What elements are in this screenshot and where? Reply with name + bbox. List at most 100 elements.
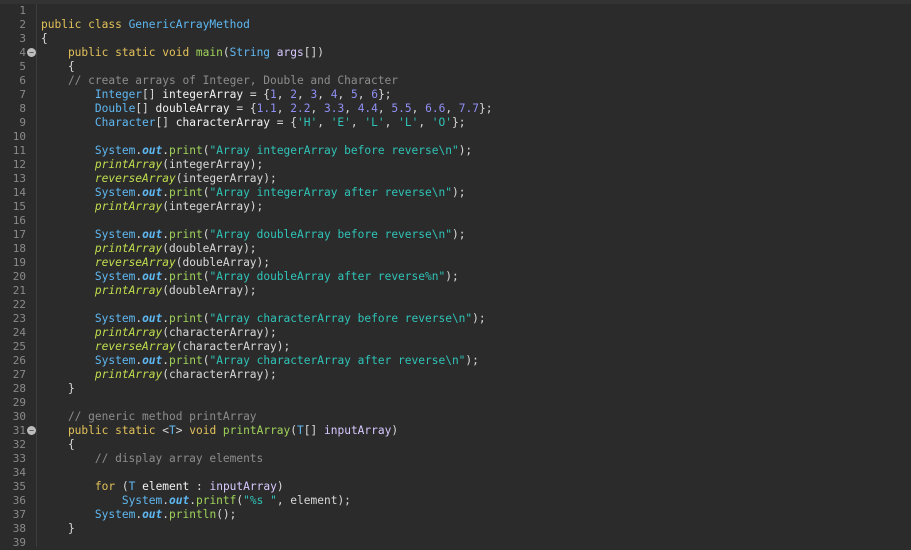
code-text: System.out.print("Array doubleArray afte…	[41, 270, 459, 284]
code-line[interactable]: 28 }	[0, 382, 911, 396]
line-number: 20	[12, 270, 26, 283]
code-line[interactable]: 7 Integer[] integerArray = {1, 2, 3, 4, …	[0, 88, 911, 102]
code-token: public static	[41, 424, 163, 437]
line-number: 32	[12, 438, 26, 451]
code-token: printArray	[94, 368, 163, 381]
code-line[interactable]: 19 reverseArray(doubleArray);	[0, 256, 911, 270]
code-line[interactable]: 21 printArray(doubleArray);	[0, 284, 911, 298]
code-token: System	[94, 270, 136, 283]
code-line[interactable]: 13 reverseArray(integerArray);	[0, 172, 911, 186]
code-line[interactable]: 15 printArray(integerArray);	[0, 200, 911, 214]
code-line[interactable]: 16	[0, 214, 911, 228]
code-line[interactable]: 33 // display array elements	[0, 452, 911, 466]
line-number: 9	[19, 116, 26, 129]
code-line[interactable]: 35 for (T element : inputArray)	[0, 480, 911, 494]
code-text: // generic method printArray	[41, 410, 257, 424]
code-token: >	[175, 424, 190, 437]
line-number: 13	[12, 172, 26, 185]
code-line[interactable]: 14 System.out.print("Array integerArray …	[0, 186, 911, 200]
code-line[interactable]: 8 Double[] doubleArray = {1.1, 2.2, 3.3,…	[0, 102, 911, 116]
code-token: .	[162, 494, 169, 507]
code-line[interactable]: 36 System.out.printf("%s ", element);	[0, 494, 911, 508]
code-line[interactable]: 22	[0, 298, 911, 312]
code-line[interactable]: 31− public static <T> void printArray(T[…	[0, 424, 911, 438]
code-line[interactable]: 29	[0, 396, 911, 410]
code-line[interactable]: 27 printArray(characterArray);	[0, 368, 911, 382]
line-number: 26	[12, 354, 26, 367]
code-token: (characterArray);	[162, 368, 277, 381]
code-line[interactable]: 20 System.out.print("Array doubleArray a…	[0, 270, 911, 284]
code-editor[interactable]: 1 2 public class GenericArrayMethod 3{4− pu…	[0, 0, 911, 550]
line-number: 21	[12, 284, 26, 297]
code-line[interactable]: 9 Character[] characterArray = {'H', 'E'…	[0, 116, 911, 130]
code-line[interactable]: 34	[0, 466, 911, 480]
code-line[interactable]: 38 }	[0, 522, 911, 536]
line-number: 16	[12, 214, 26, 227]
code-text: Integer[] integerArray = {1, 2, 3, 4, 5,…	[41, 88, 392, 102]
code-token: ,	[418, 116, 432, 129]
code-line[interactable]: 6 // create arrays of Integer, Double an…	[0, 74, 911, 88]
code-token: 5	[350, 88, 358, 101]
line-number: 33	[12, 452, 26, 465]
code-token: characterArray	[175, 116, 271, 129]
code-token: :	[189, 480, 210, 493]
code-token: ,	[445, 102, 459, 115]
code-text: // create arrays of Integer, Double and …	[41, 74, 398, 88]
code-text: System.out.print("Array doubleArray befo…	[41, 228, 466, 242]
code-token: "Array doubleArray before reverse\n"	[209, 228, 452, 241]
code-line[interactable]: 1	[0, 4, 911, 18]
line-number: 34	[12, 466, 26, 479]
code-token: ,	[337, 88, 351, 101]
code-text: }	[41, 522, 75, 536]
code-line[interactable]: 17 System.out.print("Array doubleArray b…	[0, 228, 911, 242]
code-text: printArray(characterArray);	[41, 326, 277, 340]
code-token: ();	[216, 508, 237, 521]
code-line[interactable]: 26 System.out.print("Array characterArra…	[0, 354, 911, 368]
code-line[interactable]: 23 System.out.print("Array characterArra…	[0, 312, 911, 326]
code-token: (doubleArray);	[162, 284, 257, 297]
code-token: (	[222, 46, 230, 59]
code-token: "Array integerArray after reverse\n"	[209, 186, 452, 199]
code-text: public static void main(String args[])	[41, 46, 324, 60]
code-token: print	[169, 312, 203, 325]
code-token: for	[94, 480, 116, 493]
code-lines[interactable]: 1 2 public class GenericArrayMethod 3{4− pu…	[0, 4, 911, 550]
code-line[interactable]: 4− public static void main(String args[]…	[0, 46, 911, 60]
code-token: inputArray	[209, 480, 277, 493]
code-line[interactable]: 5 {	[0, 60, 911, 74]
code-token: 6	[371, 88, 378, 101]
code-text: System.out.print("Array characterArray a…	[41, 354, 479, 368]
fold-toggle-icon[interactable]: −	[27, 426, 36, 435]
line-number: 17	[12, 228, 26, 241]
code-line[interactable]: 12 printArray(integerArray);	[0, 158, 911, 172]
code-token: 4	[330, 88, 338, 101]
code-token: T	[169, 424, 176, 437]
code-line[interactable]: 25 reverseArray(characterArray);	[0, 340, 911, 354]
code-token: void	[189, 424, 223, 437]
code-line[interactable]: 32 {	[0, 438, 911, 452]
code-token: <	[162, 424, 169, 437]
code-line[interactable]: 37 System.out.println();	[0, 508, 911, 522]
code-line[interactable]: 30 // generic method printArray	[0, 410, 911, 424]
code-line[interactable]: 24 printArray(characterArray);	[0, 326, 911, 340]
fold-toggle-icon[interactable]: −	[27, 48, 36, 57]
code-line[interactable]: 39	[0, 536, 911, 550]
code-line[interactable]: 18 printArray(doubleArray);	[0, 242, 911, 256]
code-line[interactable]: 11 System.out.print("Array integerArray …	[0, 144, 911, 158]
code-token: );	[458, 144, 473, 157]
code-token: // display array elements	[41, 452, 264, 465]
code-line[interactable]: 10	[0, 130, 911, 144]
code-token: printf	[195, 494, 237, 507]
code-token: );	[451, 228, 466, 241]
code-line[interactable]: 2 public class GenericArrayMethod	[0, 18, 911, 32]
code-line[interactable]: 3{	[0, 32, 911, 46]
